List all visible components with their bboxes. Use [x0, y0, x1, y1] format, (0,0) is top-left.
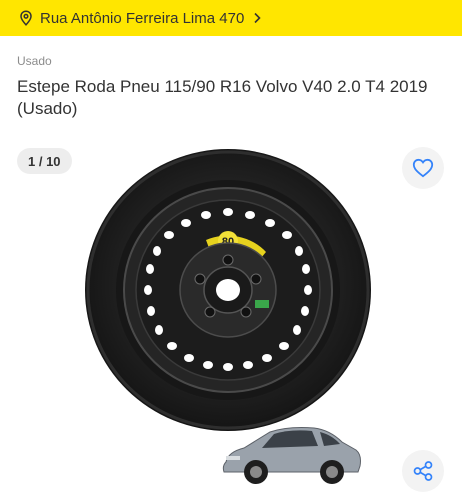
- location-address: Rua Antônio Ferreira Lima 470: [40, 9, 245, 27]
- chevron-right-icon: [252, 12, 262, 24]
- location-pin-icon: [18, 10, 34, 26]
- location-bar[interactable]: Rua Antônio Ferreira Lima 470: [0, 0, 462, 36]
- image-counter: 1 / 10: [17, 148, 72, 174]
- favorite-button[interactable]: [402, 147, 444, 189]
- heart-icon: [412, 158, 434, 178]
- car-thumbnail: [218, 422, 364, 488]
- page-title: Estepe Roda Pneu 115/90 R16 Volvo V40 2.…: [17, 77, 428, 118]
- share-button[interactable]: [402, 450, 444, 492]
- item-condition: Usado: [17, 54, 52, 68]
- share-icon: [412, 460, 434, 482]
